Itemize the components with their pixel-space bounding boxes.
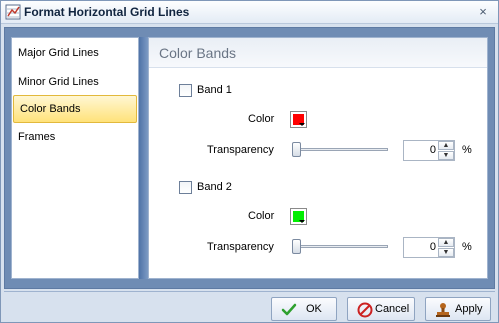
no-entry-icon [357,302,373,318]
band1-checkbox[interactable] [179,84,192,97]
band1-transparency-value[interactable]: 0 [404,144,436,156]
band1-spin-down-icon[interactable]: ▼ [438,151,454,160]
nav-item-minor-grid-lines[interactable]: Minor Grid Lines [12,69,138,95]
band1-spin-up-icon[interactable]: ▲ [438,141,454,150]
band1-percent-sign: % [462,144,472,156]
band2-spin-down-icon[interactable]: ▼ [438,248,454,257]
band1-color-picker[interactable] [290,111,307,128]
close-icon[interactable]: × [476,5,490,19]
cancel-button-label: Cancel [375,303,410,315]
band2-checkbox[interactable] [179,181,192,194]
nav-list: Major Grid Lines Minor Grid Lines Color … [11,37,139,279]
nav-item-color-bands[interactable]: Color Bands [13,95,137,123]
dialog-window: Format Horizontal Grid Lines × Major Gri… [0,0,499,323]
apply-button[interactable]: Apply [425,297,491,321]
band2-color-picker[interactable] [290,208,307,225]
band1-color-label: Color [248,113,275,125]
band2-percent-sign: % [462,241,472,253]
band2-transparency-value[interactable]: 0 [404,241,436,253]
nav-item-major-grid-lines[interactable]: Major Grid Lines [12,40,138,66]
band2-spin-up-icon[interactable]: ▲ [438,238,454,247]
band2-color-label: Color [248,210,275,222]
dropdown-arrow-icon [299,123,305,126]
band2-transparency-label: Transparency [207,241,274,253]
title-bar: Format Horizontal Grid Lines × [1,1,498,24]
band1-transparency-stepper[interactable]: 0 ▲ ▼ [403,140,455,161]
checkmark-icon [281,303,297,316]
panel-title: Color Bands [159,45,237,61]
band1-label: Band 1 [197,84,232,96]
panel-header: Color Bands [149,38,487,68]
band2-label: Band 2 [197,181,232,193]
band1-transparency-slider[interactable] [292,148,388,151]
cancel-button[interactable]: Cancel [347,297,415,321]
grid-chart-icon [5,4,21,20]
stamp-icon [436,303,450,317]
dropdown-arrow-icon [299,220,305,223]
apply-button-label: Apply [455,303,483,315]
ok-button[interactable]: OK [271,297,337,321]
panel-splitter[interactable] [139,37,148,279]
ok-button-label: OK [306,303,322,315]
band2-transparency-stepper[interactable]: 0 ▲ ▼ [403,237,455,258]
band2-transparency-slider-thumb[interactable] [292,239,301,254]
band1-transparency-slider-thumb[interactable] [292,142,301,157]
band1-transparency-label: Transparency [207,144,274,156]
window-title: Format Horizontal Grid Lines [24,5,190,19]
nav-item-frames[interactable]: Frames [12,124,138,150]
footer-divider [4,291,495,292]
band2-transparency-slider[interactable] [292,245,388,248]
settings-panel: Color Bands Band 1 Color Transparency 0 … [148,37,488,279]
